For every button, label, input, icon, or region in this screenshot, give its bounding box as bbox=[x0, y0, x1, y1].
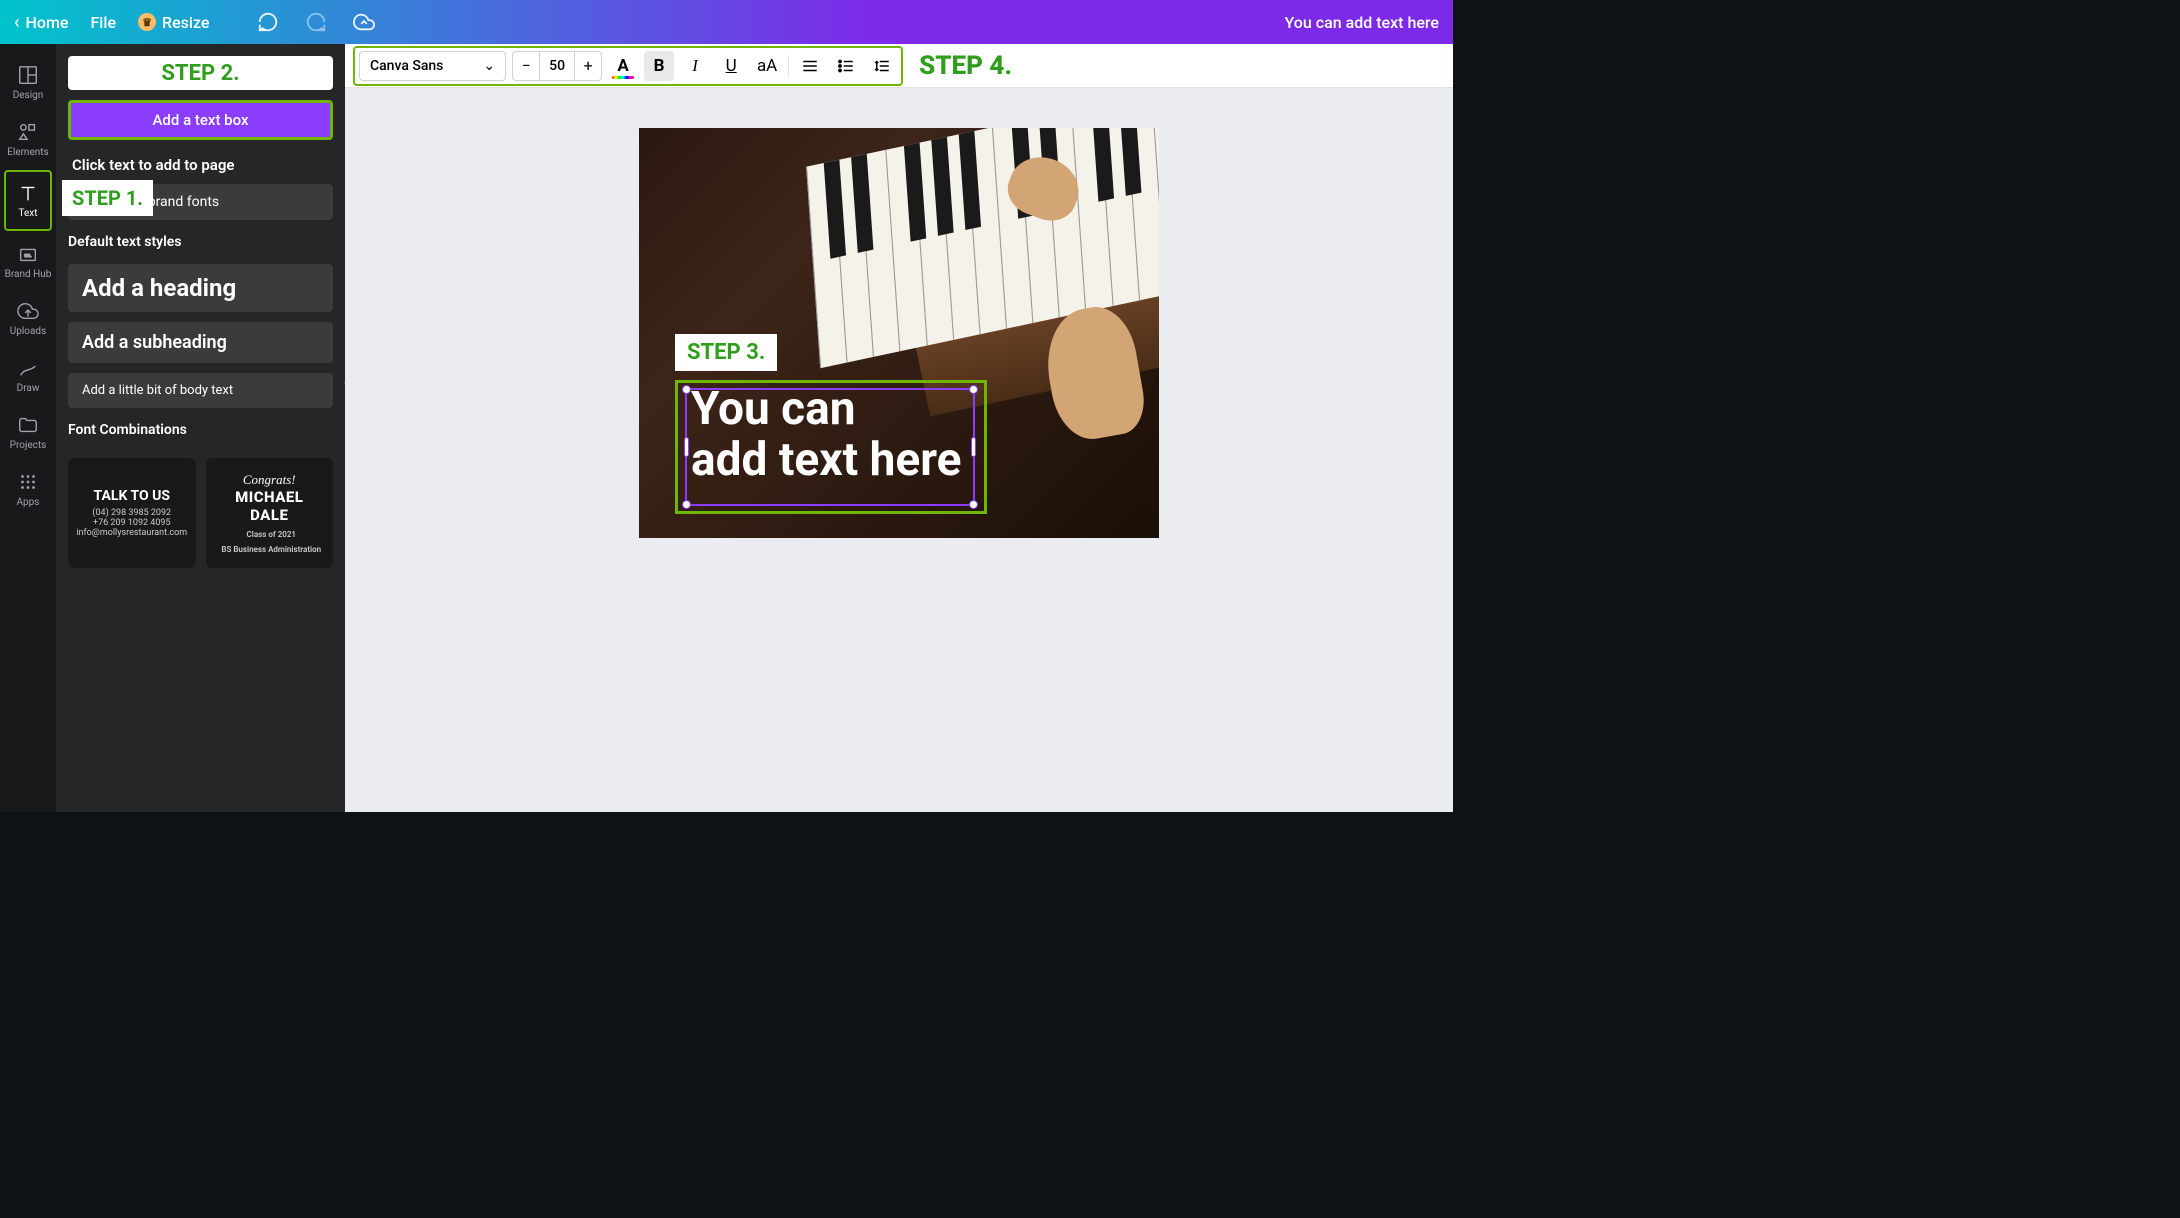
rail-apps[interactable]: Apps bbox=[4, 461, 52, 518]
search-input[interactable]: STEP 2. bbox=[68, 56, 333, 90]
text-panel: STEP 2. Add a text box Click text to add… bbox=[56, 44, 345, 812]
font-combo-1[interactable]: TALK TO US (04) 298 3985 2092 +76 209 10… bbox=[68, 458, 196, 568]
underline-button[interactable]: U bbox=[716, 51, 746, 81]
align-icon bbox=[801, 57, 819, 75]
list-button[interactable] bbox=[831, 51, 861, 81]
document-title[interactable]: You can add text here bbox=[1285, 13, 1440, 32]
text-case-button[interactable]: aA bbox=[752, 51, 782, 81]
click-to-add-label: Click text to add to page bbox=[68, 150, 333, 174]
spacing-button[interactable] bbox=[867, 51, 897, 81]
resize-menu[interactable]: ♛ Resize bbox=[138, 13, 209, 32]
brand-icon: co. bbox=[17, 243, 39, 265]
pencil-icon bbox=[17, 357, 39, 379]
text-color-button[interactable]: A bbox=[608, 51, 638, 81]
font-family-select[interactable]: Canva Sans ⌄ bbox=[359, 51, 506, 81]
step4-annotation: STEP 4. bbox=[919, 51, 1012, 81]
home-label: Home bbox=[26, 13, 69, 32]
font-size-input[interactable] bbox=[539, 52, 575, 80]
apps-grid-icon bbox=[17, 471, 39, 493]
resize-handle[interactable] bbox=[684, 437, 689, 457]
crown-icon: ♛ bbox=[138, 13, 156, 31]
resize-handle[interactable] bbox=[971, 437, 976, 457]
font-combo-2[interactable]: Congrats! MICHAEL DALE Class of 2021 BS … bbox=[206, 458, 334, 568]
top-menu-bar: ‹ Home File ♛ Resize You can add text he… bbox=[0, 0, 1453, 44]
resize-handle[interactable] bbox=[682, 385, 691, 394]
rail-projects[interactable]: Projects bbox=[4, 404, 52, 461]
home-button[interactable]: ‹ Home bbox=[14, 12, 68, 33]
italic-button[interactable]: I bbox=[680, 51, 710, 81]
add-body-text-button[interactable]: Add a little bit of body text bbox=[68, 373, 333, 408]
folder-icon bbox=[17, 414, 39, 436]
rail-draw[interactable]: Draw bbox=[4, 347, 52, 404]
chevron-left-icon: ‹ bbox=[14, 12, 20, 33]
chevron-down-icon: ⌄ bbox=[483, 58, 495, 74]
rail-design[interactable]: Design bbox=[4, 54, 52, 111]
bold-button[interactable]: B bbox=[644, 51, 674, 81]
add-subheading-button[interactable]: Add a subheading bbox=[68, 322, 333, 363]
undo-icon[interactable] bbox=[257, 11, 279, 33]
side-rail: Design Elements Text co. Brand Hub Uploa… bbox=[0, 44, 56, 812]
file-menu[interactable]: File bbox=[90, 13, 116, 32]
resize-handle[interactable] bbox=[969, 500, 978, 509]
rail-text[interactable]: Text bbox=[4, 170, 52, 231]
add-text-box-button[interactable]: Add a text box bbox=[68, 100, 333, 140]
bullet-list-icon bbox=[837, 57, 855, 75]
resize-label: Resize bbox=[162, 13, 209, 32]
cloud-sync-icon[interactable] bbox=[353, 11, 375, 33]
text-icon bbox=[17, 182, 39, 204]
line-spacing-icon bbox=[873, 57, 891, 75]
font-combinations-header: Font Combinations bbox=[68, 418, 333, 442]
shapes-icon bbox=[17, 121, 39, 143]
canvas-area: Canva Sans ⌄ − + A B I U aA bbox=[345, 44, 1453, 812]
rail-uploads[interactable]: Uploads bbox=[4, 290, 52, 347]
design-canvas[interactable]: STEP 3. You can add text here ↻ bbox=[639, 128, 1159, 538]
font-size-stepper[interactable]: − + bbox=[512, 51, 602, 81]
resize-handle[interactable] bbox=[969, 385, 978, 394]
decrease-size-button[interactable]: − bbox=[513, 52, 539, 80]
redo-icon[interactable] bbox=[305, 11, 327, 33]
alignment-button[interactable] bbox=[795, 51, 825, 81]
svg-text:co.: co. bbox=[24, 253, 31, 259]
add-heading-button[interactable]: Add a heading bbox=[68, 264, 333, 312]
cloud-upload-icon bbox=[17, 300, 39, 322]
resize-handle[interactable] bbox=[682, 500, 691, 509]
text-toolbar: Canva Sans ⌄ − + A B I U aA bbox=[345, 44, 1453, 88]
rail-brand-hub[interactable]: co. Brand Hub bbox=[4, 233, 52, 290]
step1-annotation: STEP 1. bbox=[62, 180, 153, 216]
template-icon bbox=[17, 64, 39, 86]
step3-annotation: STEP 3. bbox=[675, 334, 777, 371]
brand-fonts-button[interactable]: STEP 1. dd your brand fonts bbox=[68, 184, 333, 220]
default-styles-header: Default text styles bbox=[68, 230, 333, 254]
editable-text-box[interactable]: You can add text here bbox=[691, 384, 962, 485]
rail-elements[interactable]: Elements bbox=[4, 111, 52, 168]
increase-size-button[interactable]: + bbox=[575, 52, 601, 80]
